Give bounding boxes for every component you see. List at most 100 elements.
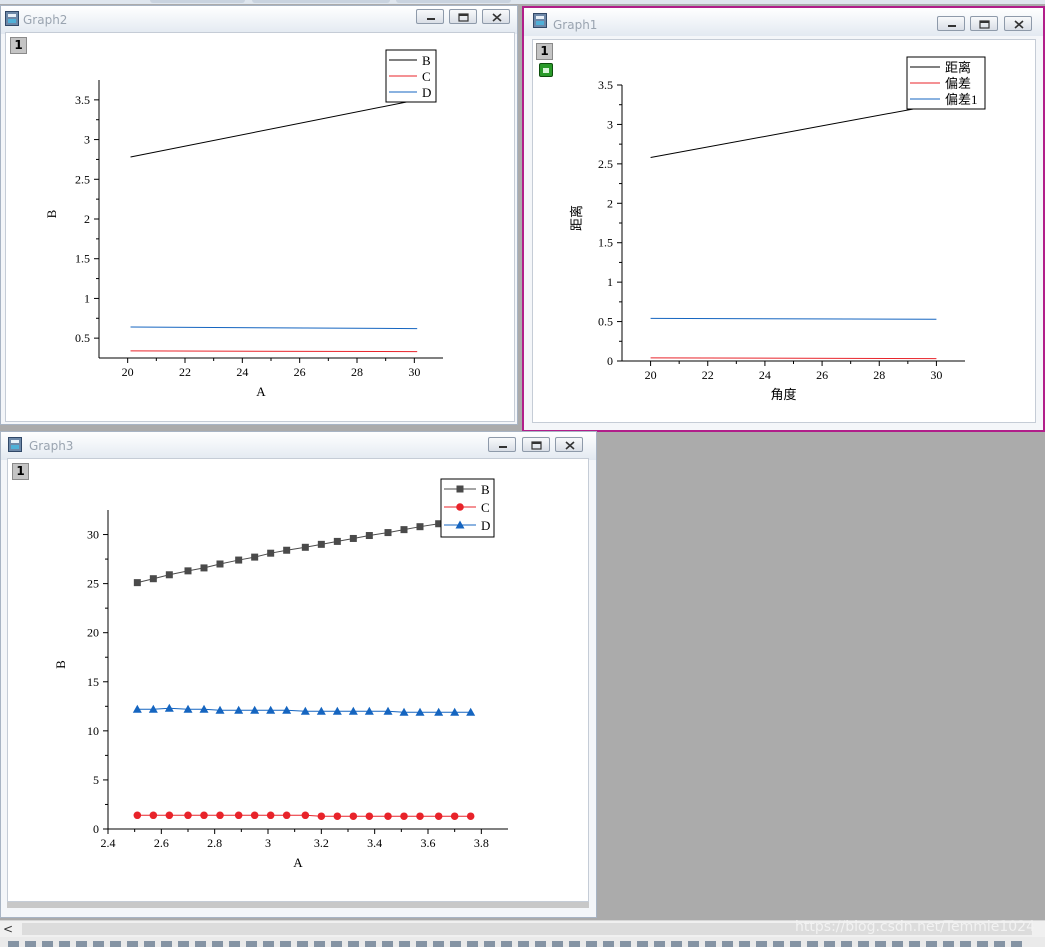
top-strip [0, 0, 1045, 4]
graph3-plot[interactable]: 2.4 2.6 2.8 3 3.2 3.4 3.6 3.8051015202530ABBCD [8, 459, 588, 901]
toolbar-icon[interactable] [705, 941, 716, 947]
graph3-client[interactable]: 1 2.4 2.6 2.8 3 3.2 3.4 3.6 3.8 0 5 10 15 20 25 30 A B B C… [7, 458, 589, 902]
toolbar-icon[interactable] [790, 941, 801, 947]
data-point [416, 523, 424, 531]
minimize-button[interactable] [488, 437, 516, 452]
y-tick-label: 10 [87, 724, 99, 738]
toolbar-icon[interactable] [926, 941, 937, 947]
graph1-plot[interactable]: 20 22 24 26 28 3000.511.522.533.5角度距离距离偏差偏差1 [533, 40, 1035, 422]
graph2-window[interactable]: Graph2 1 20 22 24 26 28 30 0.5 1 1.5 2 2.5 3 3.5 A B B C… [0, 5, 518, 425]
graph2-client[interactable]: 1 20 22 24 26 28 30 0.5 1 1.5 2 2.5 3 3.5 A B B C D [5, 32, 515, 422]
toolbar-icon[interactable] [229, 941, 240, 947]
graph2-plot[interactable]: 20 22 24 26 28 300.511.522.533.5ABBCD [6, 33, 514, 421]
restore-button[interactable] [449, 9, 477, 24]
toolbar-icon[interactable] [722, 941, 733, 947]
toolbar-icon[interactable] [93, 941, 104, 947]
toolbar-icon[interactable] [518, 941, 529, 947]
graph3-titlebar[interactable]: Graph3 [1, 432, 596, 460]
toolbar-icon[interactable] [42, 941, 53, 947]
toolbar-icon[interactable] [399, 941, 410, 947]
toolbar-icon[interactable] [739, 941, 750, 947]
toolbar-icon[interactable] [161, 941, 172, 947]
toolbar-icon[interactable] [314, 941, 325, 947]
bottom-toolbar[interactable] [0, 937, 1045, 947]
toolbar-icon[interactable] [144, 941, 155, 947]
data-point [365, 812, 374, 821]
data-point [184, 567, 192, 575]
toolbar-icon[interactable] [807, 941, 818, 947]
toolbar-icon[interactable] [569, 941, 580, 947]
toolbar-icon[interactable] [246, 941, 257, 947]
toolbar-icon[interactable] [110, 941, 121, 947]
toolbar-icon[interactable] [960, 941, 971, 947]
toolbar-icon[interactable] [297, 941, 308, 947]
data-point [333, 812, 342, 821]
restore-button[interactable] [522, 437, 550, 452]
scroll-left-arrow[interactable]: < [3, 922, 13, 936]
toolbar-icon[interactable] [365, 941, 376, 947]
toolbar-icon[interactable] [348, 941, 359, 947]
y-tick-label: 0.5 [598, 315, 613, 329]
toolbar-icon[interactable] [1011, 941, 1022, 947]
toolbar-icon[interactable] [280, 941, 291, 947]
data-point [200, 564, 208, 572]
toolbar-icon[interactable] [909, 941, 920, 947]
restore-button[interactable] [970, 16, 998, 31]
toolbar-icon[interactable] [535, 941, 546, 947]
toolbar-icon[interactable] [994, 941, 1005, 947]
toolbar-icon[interactable] [943, 941, 954, 947]
toolbar-icon[interactable] [212, 941, 223, 947]
toolbar-icon[interactable] [382, 941, 393, 947]
graph1-client[interactable]: 1 20 22 24 26 28 30 0 0.5 1 1.5 2 2.5 3 3.5 角度 距离 距离 偏差 偏差… [532, 39, 1036, 423]
graph2-titlebar[interactable]: Graph2 [1, 6, 517, 34]
toolbar-icon[interactable] [603, 941, 614, 947]
legend-label: B [422, 53, 431, 68]
toolbar-icon[interactable] [484, 941, 495, 947]
toolbar-icon[interactable] [977, 941, 988, 947]
minimize-button[interactable] [937, 16, 965, 31]
toolbar-icon[interactable] [76, 941, 87, 947]
close-icon [1014, 20, 1024, 29]
toolbar-icon[interactable] [875, 941, 886, 947]
minimize-button[interactable] [416, 9, 444, 24]
toolbar-icon[interactable] [331, 941, 342, 947]
close-button[interactable] [1004, 16, 1032, 31]
toolbar-icon[interactable] [467, 941, 478, 947]
toolbar-icon[interactable] [501, 941, 512, 947]
toolbar-icon[interactable] [586, 941, 597, 947]
toolbar-icon[interactable] [263, 941, 274, 947]
toolbar-icon[interactable] [654, 941, 665, 947]
toolbar-icon[interactable] [127, 941, 138, 947]
toolbar-icon[interactable] [671, 941, 682, 947]
toolbar-icon[interactable] [756, 941, 767, 947]
close-button[interactable] [482, 9, 510, 24]
y-tick-label: 1 [607, 275, 613, 289]
toolbar-icon[interactable] [858, 941, 869, 947]
toolbar-icon[interactable] [892, 941, 903, 947]
top-strip-tab[interactable] [396, 0, 511, 3]
graph1-titlebar[interactable]: Graph1 [524, 8, 1043, 36]
x-tick-label: 30 [930, 368, 942, 382]
toolbar-icon[interactable] [620, 941, 631, 947]
top-strip-tab[interactable] [252, 0, 390, 3]
top-strip-tab[interactable] [150, 0, 245, 3]
toolbar-icon[interactable] [433, 941, 444, 947]
close-button[interactable] [555, 437, 583, 452]
toolbar-icon[interactable] [824, 941, 835, 947]
toolbar-icon[interactable] [552, 941, 563, 947]
toolbar-icon[interactable] [195, 941, 206, 947]
toolbar-icon[interactable] [8, 941, 19, 947]
x-tick-label: 28 [351, 365, 363, 379]
toolbar-icon[interactable] [25, 941, 36, 947]
legend-label: C [422, 69, 431, 84]
graph1-window[interactable]: Graph1 1 20 22 24 26 28 30 0 0.5 1 1.5 2 2.5 3 3.5 角度距… [522, 6, 1045, 432]
toolbar-icon[interactable] [450, 941, 461, 947]
toolbar-icon[interactable] [688, 941, 699, 947]
toolbar-icon[interactable] [59, 941, 70, 947]
toolbar-icon[interactable] [416, 941, 427, 947]
toolbar-icon[interactable] [841, 941, 852, 947]
toolbar-icon[interactable] [178, 941, 189, 947]
toolbar-icon[interactable] [773, 941, 784, 947]
toolbar-icon[interactable] [637, 941, 648, 947]
graph3-window[interactable]: Graph3 1 2.4 2.6 2.8 3 3.2 3.4 3.6 3.8 0 5 10 15 20 2… [0, 431, 597, 918]
